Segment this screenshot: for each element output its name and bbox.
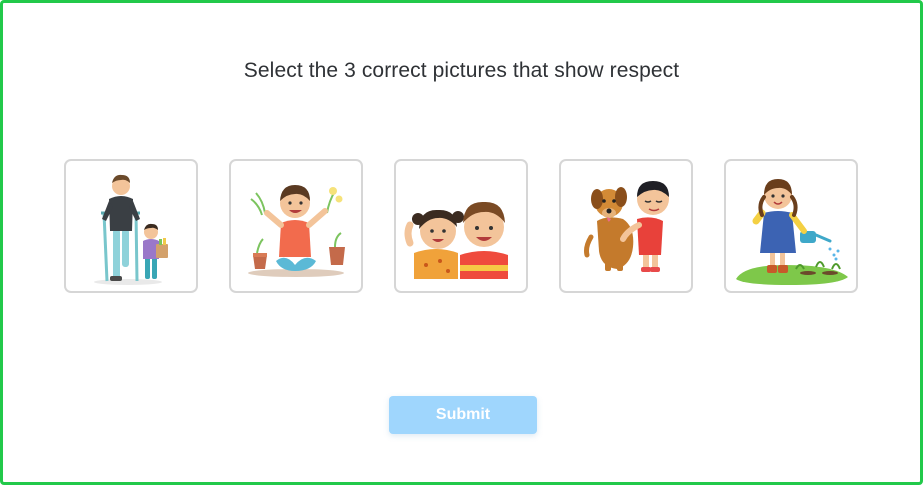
activity-frame: Select the 3 correct pictures that show … bbox=[0, 0, 923, 485]
choice-card-3[interactable] bbox=[394, 159, 528, 293]
girl-watering-plants-illustration bbox=[736, 179, 848, 285]
choice-card-2[interactable] bbox=[229, 159, 363, 293]
boy-pulling-up-plants-illustration bbox=[248, 185, 345, 277]
submit-button[interactable]: Submit bbox=[389, 396, 537, 434]
choice-card-4[interactable] bbox=[559, 159, 693, 293]
question-prompt: Select the 3 correct pictures that show … bbox=[243, 59, 680, 82]
choice-card-5[interactable] bbox=[724, 159, 858, 293]
boy-hugging-dog-illustration bbox=[584, 181, 669, 272]
two-friends-smiling-illustration bbox=[404, 201, 508, 279]
boy-helping-man-on-crutches-illustration bbox=[94, 174, 168, 285]
choice-card-1[interactable] bbox=[64, 159, 198, 293]
